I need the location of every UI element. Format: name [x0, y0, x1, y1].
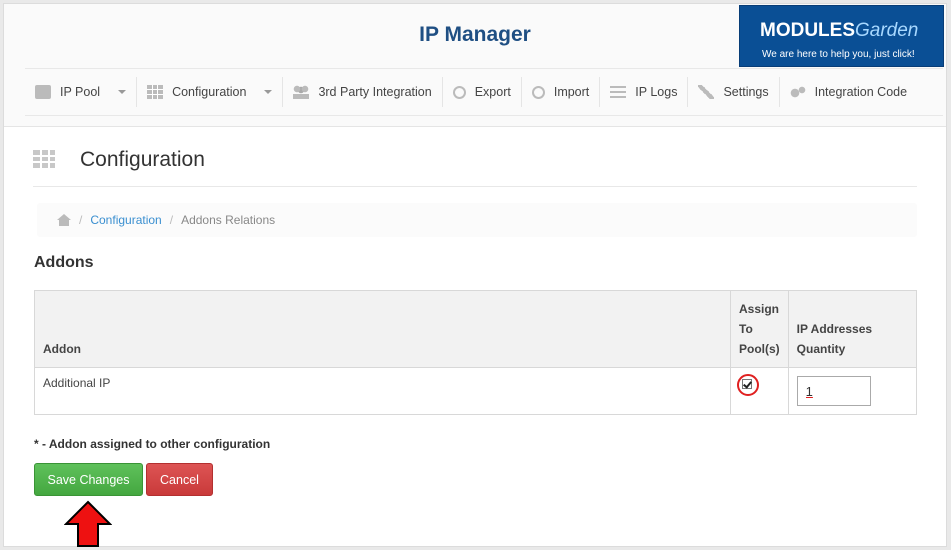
save-changes-button[interactable]: Save Changes — [34, 463, 143, 496]
logo-tagline: We are here to help you, just click! — [762, 49, 915, 60]
header-line: To — [739, 322, 753, 336]
download-icon — [452, 85, 466, 99]
nav-item-settings[interactable]: Settings — [688, 77, 780, 107]
header-line: Assign — [739, 302, 780, 316]
briefcase-icon — [35, 85, 51, 99]
nav-item-configuration[interactable]: Configuration — [137, 77, 284, 107]
annotation-arrow-up-icon — [64, 500, 112, 547]
app-frame: IP Manager MODULESGarden We are here to … — [3, 3, 947, 547]
breadcrumb-separator: / — [79, 213, 83, 227]
grid-icon — [33, 150, 55, 168]
list-icon — [610, 85, 627, 99]
addon-note: * - Addon assigned to other configuratio… — [34, 437, 271, 451]
table-row: Additional IP — [34, 367, 918, 415]
logo-brand: MODULESGarden — [760, 20, 919, 41]
page-header: Configuration — [33, 144, 917, 187]
page-title: Configuration — [80, 148, 205, 171]
addons-table: Addon Assign To Pool(s) IP Addresses Qua… — [34, 290, 918, 415]
column-header-quantity: IP Addresses Quantity — [787, 290, 918, 368]
chevron-down-icon — [264, 90, 273, 94]
quantity-input[interactable] — [796, 376, 871, 406]
users-icon — [293, 85, 310, 99]
nav-label: Export — [474, 85, 511, 99]
gears-icon — [789, 85, 806, 99]
breadcrumb: / Configuration / Addons Relations — [37, 203, 917, 237]
assign-checkbox-wrap — [737, 374, 759, 396]
chevron-down-icon — [118, 90, 127, 94]
assign-cell — [730, 367, 789, 415]
nav-label: Import — [553, 85, 590, 99]
header-line: IP Addresses — [796, 322, 873, 336]
cancel-button[interactable]: Cancel — [146, 463, 213, 496]
column-header-addon: Addon — [34, 290, 731, 368]
nav-item-integration-code[interactable]: Integration Code — [780, 77, 917, 107]
wrench-icon — [698, 85, 715, 99]
nav-item-3rd-party-integration[interactable]: 3rd Party Integration — [283, 77, 443, 107]
main-nav: IP Pool Configuration 3rd Party Integrat… — [25, 68, 943, 116]
quantity-cell — [787, 367, 918, 415]
column-header-assign: Assign To Pool(s) — [730, 290, 789, 368]
home-icon[interactable] — [57, 214, 71, 226]
nav-label: IP Logs — [635, 85, 678, 99]
table-header-row: Addon Assign To Pool(s) IP Addresses Qua… — [34, 290, 918, 368]
nav-item-import[interactable]: Import — [522, 77, 601, 107]
nav-item-ip-pool[interactable]: IP Pool — [25, 77, 138, 107]
nav-item-export[interactable]: Export — [443, 77, 522, 107]
section-title: Addons — [34, 254, 94, 271]
breadcrumb-separator: / — [169, 213, 174, 227]
nav-label: 3rd Party Integration — [318, 85, 432, 99]
addon-name: Additional IP — [34, 367, 731, 415]
upload-icon — [531, 85, 545, 99]
header: IP Manager MODULESGarden We are here to … — [4, 4, 946, 127]
nav-label: Integration Code — [814, 85, 908, 99]
nav-item-ip-logs[interactable]: IP Logs — [600, 77, 689, 107]
modulesgarden-logo[interactable]: MODULESGarden We are here to help you, j… — [739, 5, 944, 67]
header-line: Pool(s) — [739, 342, 780, 356]
assign-checkbox[interactable] — [742, 379, 752, 389]
nav-label: IP Pool — [60, 85, 101, 99]
grid-icon — [147, 85, 164, 99]
nav-label: Settings — [723, 85, 769, 99]
header-line: Quantity — [796, 342, 846, 356]
breadcrumb-link-configuration[interactable]: Configuration — [90, 213, 161, 227]
nav-label: Configuration — [172, 85, 247, 99]
breadcrumb-current: Addons Relations — [181, 213, 276, 227]
